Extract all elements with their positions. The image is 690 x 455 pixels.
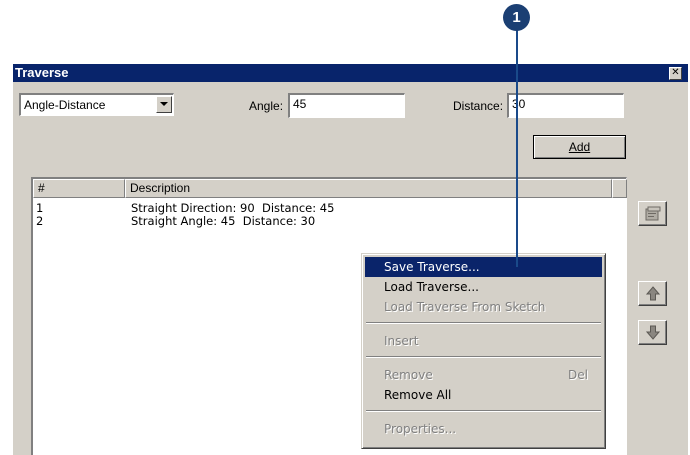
menu-item-shortcut: Del <box>568 368 588 382</box>
mode-select-value: Angle-Distance <box>24 98 106 112</box>
mode-select[interactable]: Angle-Distance <box>19 93 174 116</box>
dropdown-button[interactable] <box>156 96 172 113</box>
menu-item-label: Remove <box>384 368 433 382</box>
close-button[interactable]: ✕ <box>669 67 682 80</box>
move-up-button[interactable] <box>638 281 667 306</box>
angle-input[interactable]: 45 <box>288 93 405 118</box>
angle-value: 45 <box>293 97 307 111</box>
down-arrow-icon <box>645 325 661 340</box>
move-down-button[interactable] <box>638 320 667 345</box>
properties-icon <box>645 206 661 221</box>
menu-item-load-traverse[interactable]: Load Traverse... <box>365 277 602 297</box>
menu-separator <box>366 322 601 324</box>
menu-item-save-traverse[interactable]: Save Traverse... <box>365 257 602 277</box>
menu-item-label: Remove All <box>384 388 452 402</box>
menu-item-label: Insert <box>384 334 419 348</box>
menu-item-load-traverse-from-sketch: Load Traverse From Sketch <box>365 297 602 317</box>
row-number: 1 <box>36 201 44 215</box>
menu-item-insert: Insert <box>365 331 602 351</box>
menu-item-label: Properties... <box>384 422 457 436</box>
row-description: Straight Direction: 90 Distance: 45 <box>131 201 335 215</box>
angle-label: Angle: <box>249 99 284 113</box>
window-title: Traverse <box>15 65 69 80</box>
menu-item-remove-all[interactable]: Remove All <box>365 385 602 405</box>
menu-item-label: Load Traverse... <box>384 280 479 294</box>
callout-line <box>516 26 518 267</box>
column-header-number[interactable]: # <box>33 179 125 198</box>
distance-label: Distance: <box>453 99 504 113</box>
chevron-down-icon <box>160 102 168 106</box>
column-header-description[interactable]: Description <box>125 179 612 198</box>
add-button-label: Add <box>568 140 591 154</box>
menu-separator <box>366 356 601 358</box>
menu-item-label: Save Traverse... <box>384 260 480 274</box>
title-bar[interactable]: Traverse ✕ <box>13 64 688 82</box>
menu-separator <box>366 410 601 412</box>
menu-item-remove: Remove Del <box>365 365 602 385</box>
distance-input[interactable]: 30 <box>507 93 624 118</box>
menu-item-label: Load Traverse From Sketch <box>384 300 546 314</box>
column-header-filler <box>612 179 627 198</box>
callout-badge: 1 <box>503 4 530 31</box>
row-description: Straight Angle: 45 Distance: 30 <box>131 214 316 228</box>
properties-button[interactable] <box>638 201 667 226</box>
context-menu: Save Traverse... Load Traverse... Load T… <box>361 253 606 449</box>
row-number: 2 <box>36 214 44 228</box>
add-button[interactable]: Add <box>533 135 626 159</box>
menu-item-properties: Properties... <box>365 419 602 439</box>
distance-value: 30 <box>512 97 526 111</box>
up-arrow-icon <box>645 286 661 301</box>
